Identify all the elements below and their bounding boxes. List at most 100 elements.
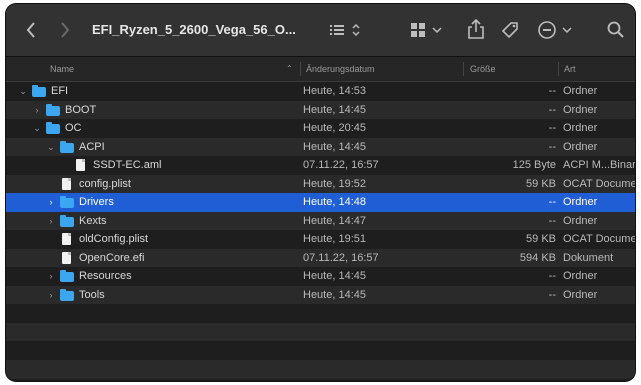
toolbar: EFI_Ryzen_5_2600_Vega_56_O... xyxy=(6,4,635,57)
size-cell: 59 KB xyxy=(526,177,556,190)
item-name: EFI xyxy=(51,85,69,97)
table-row[interactable]: SSDT-EC.aml 07.11.22, 16:57 125 Byte ACPI M… xyxy=(6,156,635,175)
name-cell: config.plist xyxy=(6,175,296,194)
document-icon xyxy=(76,159,85,171)
table-row[interactable]: ⌄ EFI Heute, 14:53 -- Ordner xyxy=(6,82,635,101)
disclosure-open-icon[interactable]: ⌄ xyxy=(46,138,56,157)
table-row[interactable]: ⌄ ACPI Heute, 14:45 -- Ordner xyxy=(6,137,635,157)
table-row[interactable]: OpenCore.efi 07.11.22, 16:57 594 KB Dokumen… xyxy=(6,248,635,268)
column-divider[interactable] xyxy=(300,62,301,76)
table-row[interactable]: ⌄ OC Heute, 20:45 -- Ordner xyxy=(6,119,635,138)
table-row[interactable]: oldConfig.plist Heute, 19:51 59 KB OCAT Doc… xyxy=(6,230,635,249)
finder-window: EFI_Ryzen_5_2600_Vega_56_O... Name ⌃ Änd… xyxy=(6,4,635,381)
folder-icon xyxy=(60,196,74,208)
size-cell: -- xyxy=(548,85,556,97)
empty-row xyxy=(6,341,635,360)
disclosure-closed-icon[interactable]: › xyxy=(32,101,42,120)
name-cell: › Kexts xyxy=(6,212,296,231)
empty-row xyxy=(6,359,635,379)
kind-cell: ACPI M...Binary xyxy=(563,159,635,171)
disclosure-closed-icon[interactable]: › xyxy=(46,267,56,286)
item-name: Tools xyxy=(79,288,105,301)
ellipsis-circle-icon xyxy=(538,21,572,39)
size-cell: -- xyxy=(548,103,556,116)
date-cell: Heute, 14:45 xyxy=(303,270,366,282)
date-cell: Heute, 19:52 xyxy=(303,177,366,190)
disclosure-open-icon[interactable]: ⌄ xyxy=(32,119,42,138)
item-name: OpenCore.efi xyxy=(79,251,145,264)
date-cell: Heute, 20:45 xyxy=(303,122,366,134)
disclosure-closed-icon[interactable]: › xyxy=(46,193,56,212)
column-date-header[interactable]: Änderungsdatum xyxy=(306,57,375,81)
column-divider[interactable] xyxy=(558,62,559,76)
column-size-header[interactable]: Größe xyxy=(470,57,496,81)
item-name: config.plist xyxy=(79,177,131,190)
size-cell: -- xyxy=(548,196,556,208)
table-row[interactable]: › BOOT Heute, 14:45 -- Ordner xyxy=(6,100,635,120)
document-icon xyxy=(62,251,71,264)
disclosure-open-icon[interactable]: ⌄ xyxy=(18,82,28,101)
kind-cell: Ordner xyxy=(563,214,598,227)
back-button[interactable] xyxy=(20,18,42,42)
folder-icon xyxy=(60,214,74,227)
table-row[interactable]: › Resources Heute, 14:45 -- Ordner xyxy=(6,267,635,286)
disclosure-closed-icon[interactable]: › xyxy=(46,286,56,305)
date-cell: Heute, 14:45 xyxy=(303,103,366,116)
search-button[interactable] xyxy=(604,18,628,42)
kind-cell: Ordner xyxy=(563,196,598,208)
column-name-header[interactable]: Name xyxy=(50,57,74,81)
kind-cell: Dokument xyxy=(563,251,614,264)
name-cell: › BOOT xyxy=(6,101,296,120)
disclosure-closed-icon[interactable]: › xyxy=(46,212,56,231)
forward-button[interactable] xyxy=(54,18,76,42)
size-cell: -- xyxy=(548,288,556,301)
folder-icon xyxy=(46,103,60,116)
empty-row xyxy=(6,304,635,323)
date-cell: Heute, 14:47 xyxy=(303,214,366,227)
size-cell: -- xyxy=(548,140,556,153)
sort-chevron-icon: ⌃ xyxy=(286,64,293,73)
kind-cell: Ordner xyxy=(563,103,598,116)
folder-icon xyxy=(60,288,74,301)
grid-group-icon xyxy=(411,23,442,37)
share-button[interactable] xyxy=(464,16,488,42)
tag-button[interactable] xyxy=(498,18,522,42)
name-cell: › Tools xyxy=(6,286,296,305)
date-cell: 07.11.22, 16:57 xyxy=(303,159,379,171)
date-cell: Heute, 14:48 xyxy=(303,196,366,208)
date-cell: Heute, 14:45 xyxy=(303,288,366,301)
name-cell: › Resources xyxy=(6,267,296,286)
chevron-left-icon xyxy=(26,22,35,38)
name-cell: ⌄ ACPI xyxy=(6,138,296,157)
table-row[interactable]: › Tools Heute, 14:45 -- Ordner xyxy=(6,285,635,305)
table-row[interactable]: config.plist Heute, 19:52 59 KB OCAT Docume… xyxy=(6,174,635,194)
empty-row xyxy=(6,322,635,342)
kind-cell: Ordner xyxy=(563,122,598,134)
kind-cell: Ordner xyxy=(563,270,598,282)
share-icon xyxy=(468,18,484,39)
size-cell: 59 KB xyxy=(526,233,556,245)
folder-icon xyxy=(32,85,46,97)
date-cell: Heute, 19:51 xyxy=(303,233,366,245)
document-icon xyxy=(62,177,71,190)
more-actions-button[interactable] xyxy=(536,18,578,42)
kind-cell: OCAT Document xyxy=(563,177,635,190)
column-divider[interactable] xyxy=(463,62,464,76)
size-cell: -- xyxy=(548,270,556,282)
list-view-button[interactable] xyxy=(328,18,364,42)
date-cell: Heute, 14:53 xyxy=(303,85,366,97)
column-kind-header[interactable]: Art xyxy=(564,57,576,81)
size-cell: -- xyxy=(548,122,556,134)
list-view-icon xyxy=(330,23,360,37)
folder-icon xyxy=(60,140,74,153)
item-name: OC xyxy=(65,122,82,134)
file-list: ⌄ EFI Heute, 14:53 -- Ordner › BOOT Heute, 14:4… xyxy=(6,82,635,381)
table-row[interactable]: › Drivers Heute, 14:48 -- Ordner xyxy=(6,193,635,212)
group-button[interactable] xyxy=(408,18,448,42)
kind-cell: OCAT Document xyxy=(563,233,635,245)
item-name: Drivers xyxy=(79,196,114,208)
kind-cell: Ordner xyxy=(563,140,598,153)
column-header: Name ⌃ Änderungsdatum Größe Art xyxy=(6,57,635,82)
size-cell: -- xyxy=(548,214,556,227)
table-row[interactable]: › Kexts Heute, 14:47 -- Ordner xyxy=(6,211,635,231)
